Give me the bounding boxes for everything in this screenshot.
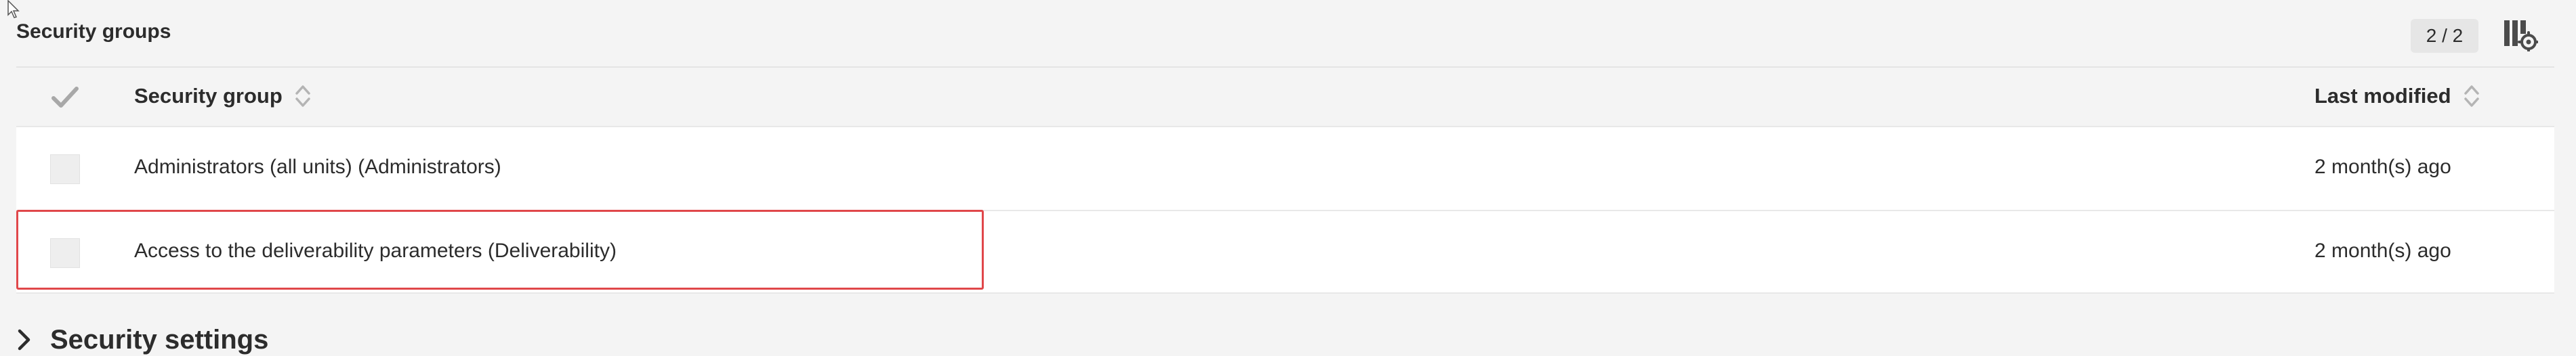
- security-group-name[interactable]: Administrators (all units) (Administrato…: [134, 156, 501, 179]
- checkmark-icon[interactable]: [50, 84, 80, 111]
- table-row[interactable]: Access to the deliverability parameters …: [16, 210, 2554, 294]
- column-header-last-modified[interactable]: Last modified: [2314, 83, 2481, 110]
- security-groups-header: Security groups 2 / 2: [0, 0, 2576, 66]
- last-modified: 2 month(s) ago: [2314, 156, 2451, 178]
- column-settings-icon[interactable]: [2503, 19, 2538, 51]
- row-checkbox[interactable]: [50, 154, 80, 184]
- section-title: Security groups: [16, 20, 171, 43]
- security-settings-section[interactable]: Security settings: [16, 324, 268, 356]
- column-header-label: Security group: [134, 84, 283, 108]
- security-settings-label[interactable]: Security settings: [50, 325, 268, 355]
- column-header-security-group[interactable]: Security group: [134, 83, 312, 110]
- sort-icon[interactable]: [2462, 83, 2481, 110]
- last-modified: 2 month(s) ago: [2314, 240, 2451, 262]
- table-header: Security group Last modified: [16, 66, 2554, 126]
- security-groups-table: Security group Last modified Administrat…: [16, 66, 2554, 294]
- count-badge: 2 / 2: [2411, 19, 2478, 53]
- sort-icon[interactable]: [293, 83, 312, 110]
- row-checkbox[interactable]: [50, 238, 80, 268]
- column-header-label: Last modified: [2314, 84, 2451, 108]
- security-group-name[interactable]: Access to the deliverability parameters …: [134, 240, 617, 263]
- table-row[interactable]: Administrators (all units) (Administrato…: [16, 126, 2554, 210]
- chevron-right-icon[interactable]: [16, 328, 33, 352]
